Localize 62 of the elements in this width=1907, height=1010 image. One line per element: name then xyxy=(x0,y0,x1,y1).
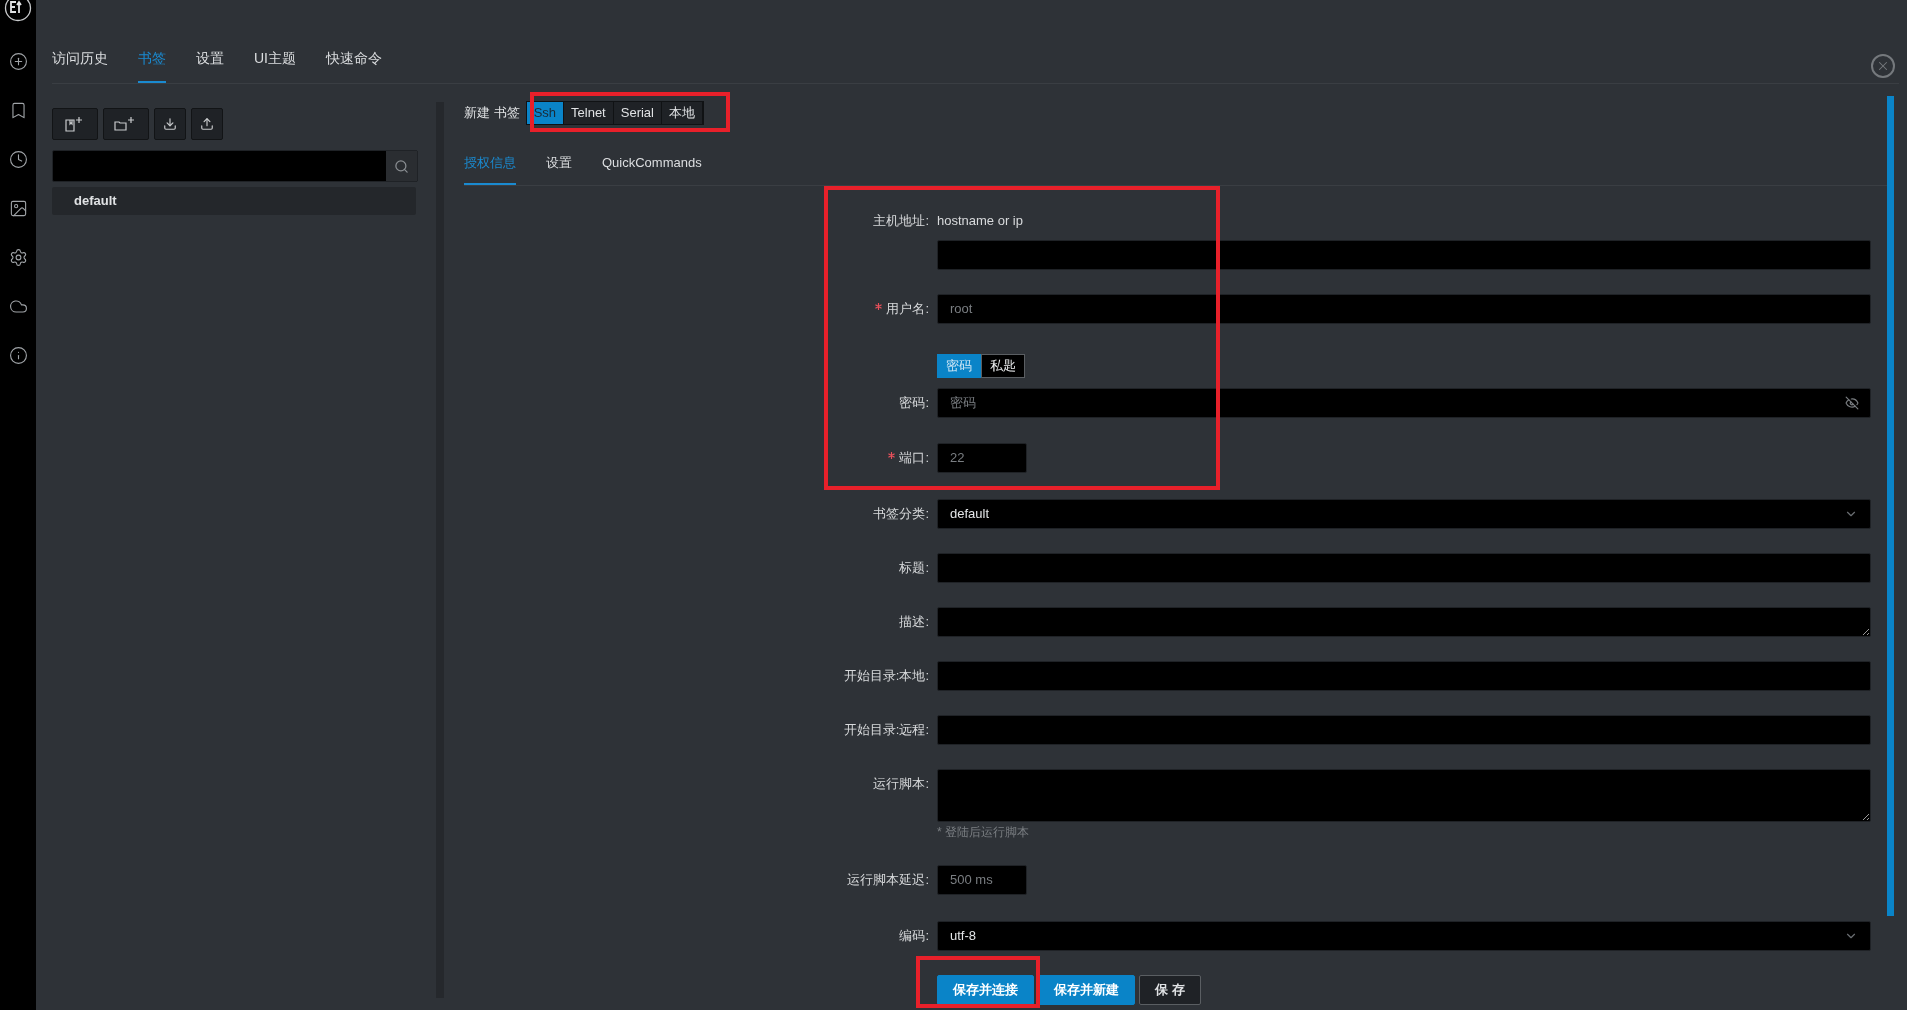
upload-icon xyxy=(200,117,214,131)
field-label: 端口: xyxy=(899,448,929,467)
nav-tab[interactable]: 设置 xyxy=(196,48,224,83)
info-icon[interactable] xyxy=(8,345,28,365)
search-field[interactable] xyxy=(52,150,418,182)
scrollbar[interactable] xyxy=(1887,95,1894,916)
field-label: 开始目录:本地: xyxy=(843,666,929,685)
plus-circle-icon[interactable] xyxy=(8,51,28,71)
download-icon xyxy=(163,117,177,131)
field-label: 编码: xyxy=(899,926,929,945)
type-toggle[interactable]: Serial xyxy=(613,102,662,124)
type-toggle[interactable]: Telnet xyxy=(564,102,614,124)
form-button[interactable]: 保存并连接 xyxy=(937,974,1034,1005)
text-input[interactable] xyxy=(937,552,1871,583)
short-input[interactable]: 500 ms xyxy=(937,864,1027,895)
host-input[interactable] xyxy=(937,239,1871,270)
select-field[interactable]: utf-8 xyxy=(937,920,1871,951)
import-button[interactable] xyxy=(154,108,186,140)
sub-tab[interactable]: QuickCommands xyxy=(602,153,702,185)
text-input[interactable] xyxy=(937,714,1871,745)
select-field[interactable]: default xyxy=(937,498,1871,529)
tree-item[interactable]: default xyxy=(52,187,416,215)
nav-tab[interactable]: UI主题 xyxy=(254,48,296,83)
short-input[interactable]: 22 xyxy=(937,442,1027,473)
field-hint: * 登陆后运行脚本 xyxy=(937,823,1030,840)
text-input[interactable]: root xyxy=(937,293,1871,324)
form-title: 新建 书签 xyxy=(464,104,520,123)
auth-mode-toggle[interactable]: 私匙 xyxy=(981,353,1025,378)
required-asterisk-icon xyxy=(875,303,883,310)
export-button[interactable] xyxy=(191,108,223,140)
close-icon xyxy=(1876,59,1890,73)
field-label: 标题: xyxy=(899,558,929,577)
sub-tab[interactable]: 设置 xyxy=(546,153,572,185)
field-note: hostname or ip xyxy=(937,211,1023,230)
required-asterisk-icon xyxy=(888,452,896,459)
field-label: 开始目录:远程: xyxy=(843,720,929,739)
search-icon[interactable] xyxy=(386,151,417,181)
eye-off-icon[interactable] xyxy=(1845,395,1859,410)
sub-tab[interactable]: 授权信息 xyxy=(464,153,516,185)
form-button[interactable]: 保存并新建 xyxy=(1038,974,1135,1005)
clock-icon[interactable] xyxy=(8,149,28,169)
form-button[interactable]: 保 存 xyxy=(1139,974,1201,1005)
field-label: 用户名: xyxy=(886,299,929,318)
image-icon[interactable] xyxy=(8,198,28,218)
field-label: 主机地址: xyxy=(873,211,929,230)
new-bookmark-button[interactable] xyxy=(52,108,98,140)
password-input[interactable]: 密码 xyxy=(937,387,1871,418)
field-label: 运行脚本: xyxy=(873,774,929,793)
close-button[interactable] xyxy=(1871,54,1895,78)
nav-tab[interactable]: 书签 xyxy=(138,48,166,83)
text-input[interactable] xyxy=(937,660,1871,691)
type-toggle[interactable]: 本地 xyxy=(662,102,703,124)
field-label: 运行脚本延迟: xyxy=(847,870,929,889)
field-label: 书签分类: xyxy=(873,504,929,523)
field-label: 描述: xyxy=(899,612,929,631)
nav-tab[interactable]: 访问历史 xyxy=(52,48,108,83)
field-label: 密码: xyxy=(899,393,929,412)
textarea-field[interactable] xyxy=(937,606,1871,637)
nav-tab[interactable]: 快速命令 xyxy=(326,48,382,83)
new-folder-button[interactable] xyxy=(103,108,149,140)
logo-icon[interactable] xyxy=(4,0,32,22)
settings-icon[interactable] xyxy=(8,247,28,267)
